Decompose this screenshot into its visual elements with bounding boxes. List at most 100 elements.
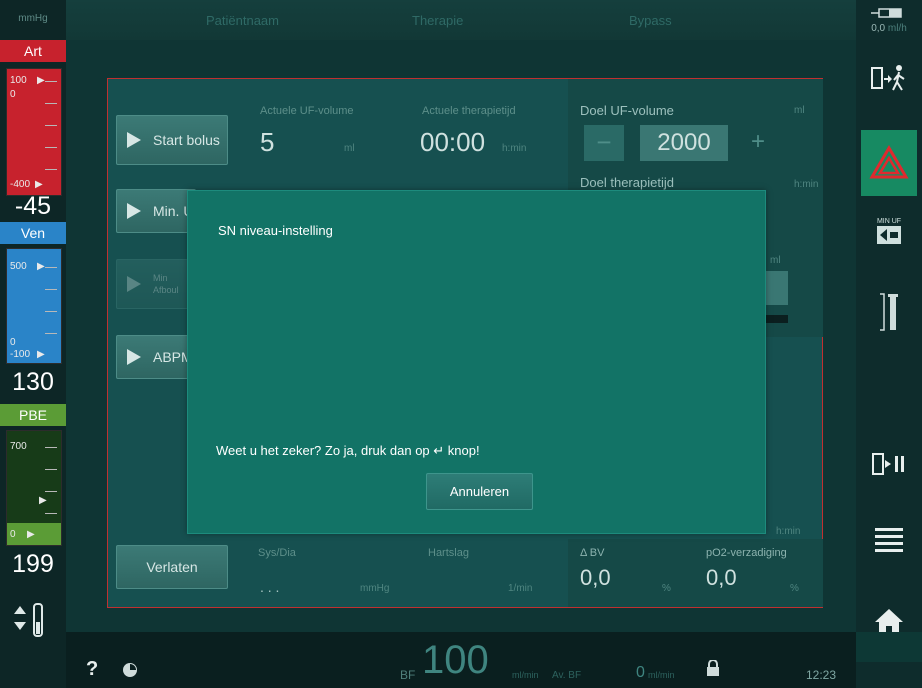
play-icon <box>127 203 141 219</box>
current-time-unit: h:min <box>502 143 527 154</box>
art-low-arrow-icon: ▶ <box>35 179 43 190</box>
art-top-scale: 100 <box>10 75 27 86</box>
alarm-button[interactable] <box>861 130 917 196</box>
play-icon <box>127 276 141 292</box>
ven-top-scale: 500 <box>10 261 27 272</box>
therapy-tab[interactable]: Therapie <box>412 13 463 28</box>
pause-button[interactable] <box>856 450 922 490</box>
tick <box>45 125 57 126</box>
header-bar: Patiëntnaam Therapie Bypass <box>66 0 856 40</box>
tick <box>45 103 57 104</box>
tick <box>45 491 57 492</box>
uf-minus-button[interactable]: − <box>584 125 624 161</box>
heartrate-label: Hartslag <box>428 547 469 559</box>
tick <box>45 267 57 268</box>
current-uf-value: 5 <box>260 127 275 157</box>
tick <box>45 169 57 170</box>
infusion-button[interactable] <box>856 290 922 340</box>
sysdia-value: . . . <box>260 579 280 595</box>
heartrate-unit: 1/min <box>508 583 533 594</box>
play-icon <box>127 132 141 148</box>
min-uf-button[interactable]: MIN UF <box>856 218 922 258</box>
pbe-arrow-icon: ▶ <box>39 495 47 506</box>
ven-bottom-scale: -100 <box>10 349 31 360</box>
patient-connect-icon <box>871 65 905 91</box>
tick <box>45 81 57 82</box>
art-bottom-scale: -400 <box>10 179 31 190</box>
alarm-triangle-icon <box>869 145 909 179</box>
current-uf-label: Actuele UF-volume <box>260 105 354 117</box>
tick <box>45 513 57 514</box>
target-uf-input[interactable]: 2000 <box>640 125 728 161</box>
top-reading-unit: ml/h <box>887 23 907 34</box>
avbf-unit: ml/min <box>648 670 675 680</box>
dialog-message: Weet u het zeker? Zo ja, druk dan op ↵ k… <box>216 443 480 458</box>
abpm-button[interactable]: ABPM <box>116 335 196 379</box>
target-time-unit: h:min <box>794 179 819 190</box>
ven-low-arrow-icon: ▶ <box>37 349 45 360</box>
ven-label: Ven <box>0 222 66 244</box>
uf-plus-button[interactable]: + <box>738 125 778 161</box>
pressure-column: mmHg Art 100 ▶ 0 -400 ▶ -45 Ven 500 ▶ 0 … <box>0 0 66 688</box>
clock-icon[interactable] <box>122 662 138 683</box>
po2-label: pO2-verzadiging <box>706 547 787 559</box>
pause-icon <box>872 453 904 475</box>
ven-value: 130 <box>12 368 54 396</box>
side-unit: ml <box>770 255 781 266</box>
side-unit-2: h:min <box>776 526 801 537</box>
top-reading: 0,0 ml/h <box>856 6 922 34</box>
art-value: -45 <box>14 192 52 220</box>
pbe-pressure[interactable]: PBE 700 ▶ 0 ▶ 199 <box>0 404 66 578</box>
start-bolus-label: Start bolus <box>153 132 220 148</box>
leave-button[interactable]: Verlaten <box>116 545 228 589</box>
tick <box>45 147 57 148</box>
avbf-value: 0 <box>636 664 645 681</box>
art-pressure[interactable]: Art 100 ▶ 0 -400 ▶ -45 <box>0 40 66 220</box>
current-time-label: Actuele therapietijd <box>422 105 516 117</box>
level-adjust-icon[interactable] <box>8 600 58 640</box>
min-uf-panel-button[interactable]: Min. U <box>116 189 196 233</box>
sysdia-label: Sys/Dia <box>258 547 296 559</box>
min-uf-icon <box>877 226 901 244</box>
start-bolus-button[interactable]: Start bolus <box>116 115 228 165</box>
ven-pressure[interactable]: Ven 500 ▶ 0 -100 ▶ 130 <box>0 222 66 396</box>
help-button[interactable]: ? <box>86 658 98 681</box>
right-toolbar: 0,0 ml/h MIN UF <box>856 0 922 688</box>
cancel-button[interactable]: Annuleren <box>426 473 533 510</box>
bypass-tab[interactable]: Bypass <box>629 13 672 28</box>
clock-time: 12:23 <box>806 668 837 682</box>
current-time-value: 00:00 <box>420 127 486 157</box>
leave-label: Verlaten <box>146 559 198 575</box>
pbe-zero: 0 <box>10 529 16 540</box>
menu-button[interactable] <box>856 524 922 564</box>
current-uf-unit: ml <box>344 143 355 154</box>
status-bar: ? BF 100 ml/min Av. BF 0 ml/min 12:23 <box>66 632 856 688</box>
sysdia-unit: mmHg <box>360 583 390 594</box>
top-reading-value: 0,0 <box>871 23 886 34</box>
delta-bv-unit: % <box>662 583 671 594</box>
ven-zero: 0 <box>10 337 16 348</box>
art-zero: 0 <box>10 89 16 100</box>
lock-icon[interactable] <box>706 659 720 681</box>
tick <box>45 469 57 470</box>
tick <box>45 289 57 290</box>
syringe-icon <box>871 8 902 18</box>
confirm-dialog: SN niveau-instelling Weet u het zeker? Z… <box>187 190 766 534</box>
ven-bar: 500 ▶ 0 -100 ▶ <box>6 248 62 364</box>
pressure-unit: mmHg <box>18 13 48 24</box>
target-uf-label: Doel UF-volume <box>580 103 674 118</box>
min-uf-off-label: Min Afboul <box>153 273 179 295</box>
dialog-title: SN niveau-instelling <box>218 223 333 238</box>
ven-arrow-icon: ▶ <box>37 261 45 272</box>
delta-bv-label: Δ BV <box>580 547 605 559</box>
infusion-icon <box>880 293 898 331</box>
list-menu-icon <box>875 528 903 552</box>
patient-name-tab[interactable]: Patiëntnaam <box>206 13 279 28</box>
pbe-value: 199 <box>12 550 54 578</box>
patient-connect-button[interactable] <box>856 60 922 118</box>
pbe-low-arrow-icon: ▶ <box>27 529 35 540</box>
side-field[interactable] <box>766 271 788 305</box>
po2-value: 0,0 <box>706 565 737 590</box>
dialysis-screen: Patiëntnaam Therapie Bypass mmHg Art 100… <box>0 0 922 688</box>
avbf-label: Av. BF <box>552 670 582 681</box>
